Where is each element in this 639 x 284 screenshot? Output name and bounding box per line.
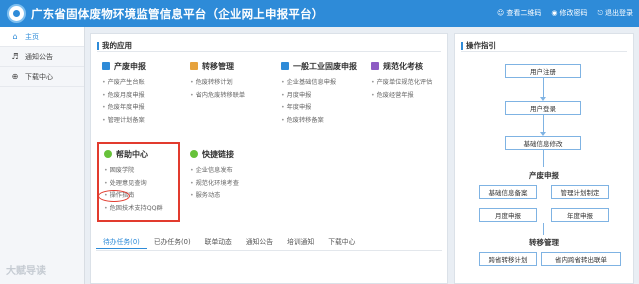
module-header[interactable]: 一般工业固废申报 [281,60,357,72]
module-link[interactable]: 月度申报 [281,90,357,103]
tab-pending-tasks[interactable]: 待办任务(0) [96,236,147,249]
divider [96,250,442,251]
watermark: 大赋导读 [6,266,46,277]
flow-group-label: 产废申报 [529,171,559,180]
module-link[interactable]: 危废转移计划 [190,77,245,90]
tab-training[interactable]: 培训通知 [280,236,321,249]
flow-step-profile[interactable]: 基础信息修改 [505,136,581,150]
flow-connector [543,150,544,167]
tab-notices[interactable]: 通知公告 [239,236,280,249]
module-header[interactable]: 规范化考核 [371,60,432,72]
section-title: 我的应用 [97,40,132,51]
module-header[interactable]: 快捷链接 [190,148,239,160]
section-title: 操作指引 [461,40,496,51]
sidebar-item-notices[interactable]: ♬ 通知公告 [0,47,84,67]
logout-link[interactable]: ⎋ 退出登录 [597,8,633,18]
app-title: 广东省固体废物环境监管信息平台（企业网上申报平台） [31,7,324,21]
module-link[interactable]: 年度申报 [281,102,357,115]
module-link[interactable]: 企业信息发布 [190,165,239,178]
sidebar: ⌂ 主页 ♬ 通知公告 ⊕ 下载中心 [0,27,85,284]
module-title: 转移管理 [202,61,234,71]
sidebar-item-downloads[interactable]: ⊕ 下载中心 [0,67,84,87]
app-header: 广东省固体废物环境监管信息平台（企业网上申报平台） ☺ 查看二维码 ◉ 修改密码 ⎋… [0,0,639,27]
module-title: 产废申报 [114,61,146,71]
module-link[interactable]: 规范化环境考查 [190,178,239,191]
factory-icon [281,62,289,70]
tab-done-tasks[interactable]: 已办任务(0) [147,236,198,249]
flow-step-transfer-plan[interactable]: 跨省转移计划 [479,252,537,266]
logout-label: 退出登录 [605,9,633,17]
module-link[interactable]: 危废经营年报 [371,90,432,103]
logout-icon: ⎋ [597,8,603,17]
tab-manifest-updates[interactable]: 联单动态 [198,236,239,249]
module-header[interactable]: 转移管理 [190,60,245,72]
truck-icon [190,62,198,70]
module-transfer: 转移管理 危废转移计划 省内危废转移联单 [190,60,245,102]
qrcode-label: 查看二维码 [506,9,542,17]
operation-guide-panel: 操作指引 用户注册 用户登录 基础信息修改 产废申报 基础信息备案 管理计划制定… [454,33,634,284]
sidebar-item-label: 下载中心 [25,72,53,81]
flow-connector [543,78,544,98]
change-password-label: 修改密码 [559,9,588,17]
module-quick-links: 快捷链接 企业信息发布 规范化环境考查 服务动态 [190,148,239,203]
module-link[interactable]: 管理计划备案 [102,115,146,128]
highlight-annotation-box [97,142,180,222]
document-icon [102,62,110,70]
speaker-icon: ♬ [11,52,19,61]
flow-step-base-record[interactable]: 基础信息备案 [479,185,537,199]
change-password-link[interactable]: ◉ 修改密码 [551,8,587,18]
flow-step-login[interactable]: 用户登录 [505,101,581,115]
clipboard-icon [371,62,379,70]
sidebar-item-home[interactable]: ⌂ 主页 [0,27,84,47]
module-title: 规范化考核 [383,61,423,71]
qrcode-link[interactable]: ☺ 查看二维码 [497,8,541,18]
module-link[interactable]: 危废月度申报 [102,90,146,103]
module-link[interactable]: 省内危废转移联单 [190,90,246,103]
module-link[interactable]: 服务动态 [190,190,239,203]
link-icon [190,150,198,158]
flow-step-transfer-manifest[interactable]: 省内跨省转出联单 [541,252,621,266]
flow-connector [543,223,544,235]
module-waste-report: 产废申报 产废产生台账 危废月度申报 危废年度申报 管理计划备案 [102,60,146,127]
flow-group-label: 转移管理 [529,238,559,247]
tab-downloads[interactable]: 下载中心 [321,236,362,249]
module-link[interactable]: 危废转移备案 [281,115,357,128]
header-actions: ☺ 查看二维码 ◉ 修改密码 ⎋ 退出登录 [497,8,633,18]
flow-step-annual[interactable]: 年度申报 [551,208,609,222]
module-title: 一般工业固废申报 [293,61,357,71]
module-assessment: 规范化考核 产废单位规范化评估 危废经营年报 [371,60,432,102]
flow-step-monthly[interactable]: 月度申报 [479,208,537,222]
module-link[interactable]: 危废年度申报 [102,102,146,115]
divider [97,51,441,52]
module-link[interactable]: 企业基础信息申报 [281,77,357,90]
task-tabs: 待办任务(0) 已办任务(0) 联单动态 通知公告 培训通知 下载中心 [96,236,362,249]
divider [461,51,627,52]
sidebar-item-label: 通知公告 [25,52,53,61]
lock-icon: ◉ [551,9,558,17]
module-link[interactable]: 产废产生台账 [102,77,146,90]
circle-annotation [98,190,130,202]
flow-step-register[interactable]: 用户注册 [505,64,581,78]
module-link[interactable]: 产废单位规范化评估 [371,77,433,90]
sidebar-item-label: 主页 [25,32,39,41]
home-icon: ⌂ [12,32,18,41]
logo-icon [7,4,26,23]
module-industrial-waste: 一般工业固废申报 企业基础信息申报 月度申报 年度申报 危废转移备案 [281,60,357,127]
flow-connector [543,115,544,133]
flow-step-plan[interactable]: 管理计划制定 [551,185,609,199]
user-icon: ☺ [497,9,505,17]
download-icon: ⊕ [11,72,19,81]
module-title: 快捷链接 [202,149,234,159]
module-header[interactable]: 产废申报 [102,60,146,72]
